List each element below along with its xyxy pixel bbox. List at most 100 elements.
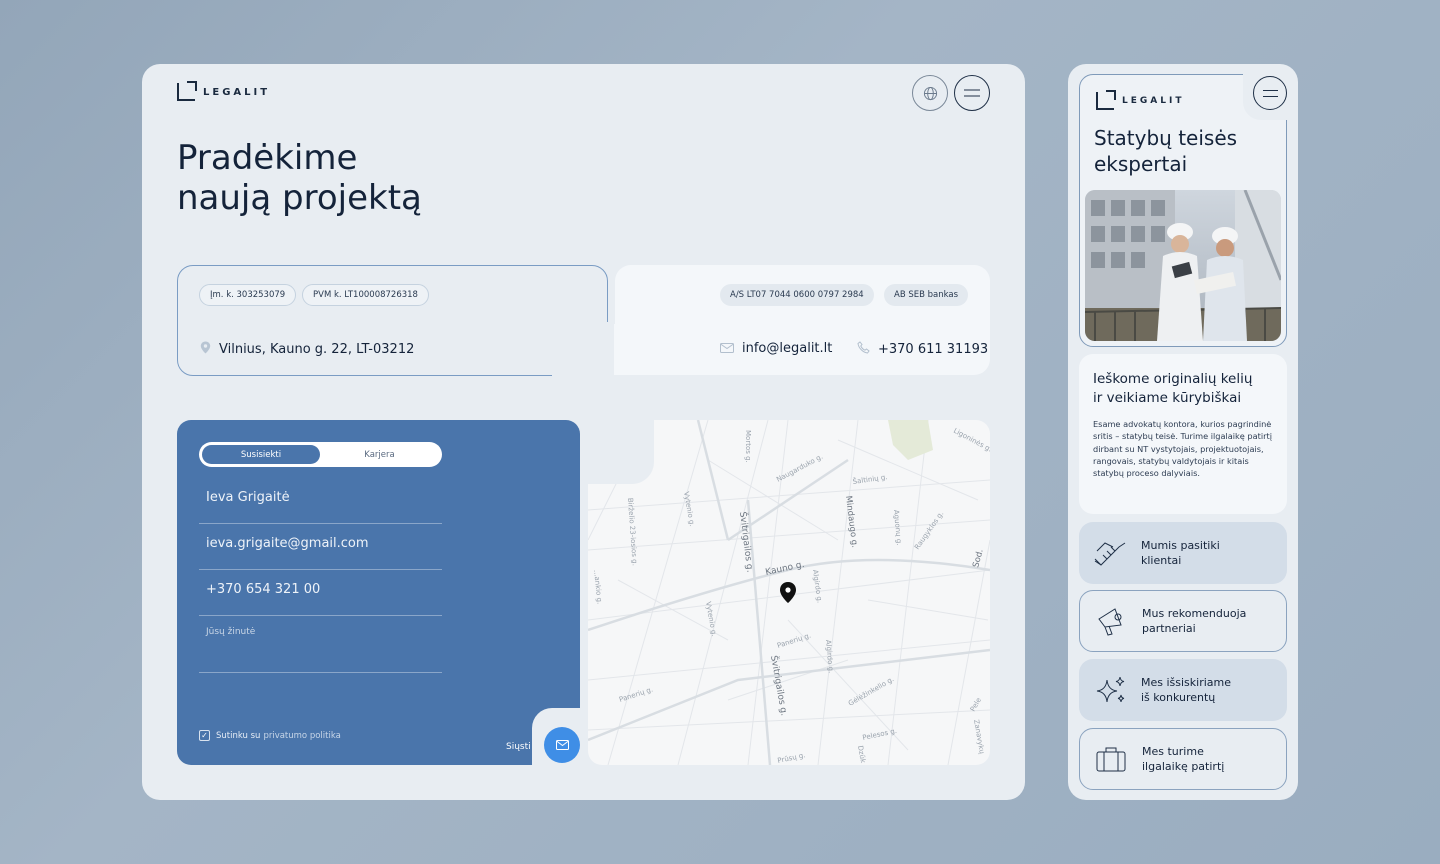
globe-icon	[923, 86, 937, 100]
info-panel-notch-border	[552, 322, 616, 382]
phone-link[interactable]: +370 611 31193	[857, 341, 988, 357]
street-label: Raugyklos g.	[913, 510, 945, 551]
street-label: Ligoninės g.	[952, 427, 990, 454]
vat-code-badge: PVM k. LT100008726318	[302, 284, 429, 306]
mobile-hero-title-line1: Statybų teisės	[1094, 126, 1238, 150]
street-label: Zanavykų	[972, 719, 986, 755]
about-title-line1: Ieškome originalių kelių	[1093, 371, 1253, 387]
location-pin-icon	[200, 341, 211, 357]
bank-account-badge: A/S LT07 7044 0600 0797 2984	[720, 284, 874, 306]
page-title-line1: Pradėkime	[177, 138, 358, 178]
language-button[interactable]	[912, 75, 948, 111]
street-label: Birželio 23-iosios g.	[626, 498, 639, 566]
street-label: Pelesos g.	[862, 727, 898, 742]
street-label: Kauno g.	[765, 560, 806, 578]
mobile-hero-title-line2: ekspertai	[1094, 152, 1188, 176]
map-marker-icon[interactable]	[780, 582, 796, 603]
feature-card-experience[interactable]: Mes turime ilgalaikę patirtį	[1079, 728, 1287, 790]
sparkles-icon	[1093, 673, 1127, 707]
street-label: Aguonų g.	[892, 509, 903, 545]
logo-wordmark: LEGALIT	[203, 86, 271, 98]
feature-line1: Mes turime	[1142, 745, 1204, 758]
bank-name-badge: AB SEB bankas	[884, 284, 969, 306]
hamburger-icon	[1262, 89, 1278, 97]
privacy-consent[interactable]: ✓ Sutinku su privatumo politika	[199, 730, 341, 741]
info-panel-left	[177, 265, 608, 376]
street-label: Šaltinių g.	[852, 472, 888, 486]
feature-text: Mes turime ilgalaikę patirtį	[1142, 744, 1224, 774]
tab-contact[interactable]: Susisiekti	[202, 445, 320, 464]
send-label[interactable]: Siųsti	[506, 742, 531, 752]
logo-wordmark: LEGALIT	[1122, 96, 1185, 106]
company-code-badge: Įm. k. 303253079	[199, 284, 297, 306]
street-label: Mindaugo g.	[843, 495, 859, 548]
desktop-frame: LEGALIT Pradėkime naują projektą Įm. k. …	[142, 64, 1025, 800]
consent-checkbox-icon[interactable]: ✓	[199, 730, 210, 741]
email-text: info@legalit.lt	[742, 341, 833, 356]
name-field[interactable]: Ieva Grigaitė	[199, 490, 442, 524]
street-label: Sod.	[971, 548, 986, 569]
handshake-icon	[1093, 536, 1127, 570]
street-label: Panerių g.	[618, 685, 654, 703]
envelope-icon	[555, 740, 569, 750]
street-label: Mortos g.	[744, 430, 752, 463]
feature-card-clients[interactable]: Mumis pasitiki klientai	[1079, 522, 1287, 584]
form-tab-switch: Susisiekti Karjera	[199, 442, 442, 467]
info-panel-right	[615, 265, 990, 375]
street-label: Panerių g.	[776, 631, 812, 649]
page-title-line2: naują projektą	[177, 178, 422, 218]
phone-field-value: +370 654 321 00	[206, 582, 321, 597]
map-corner-notch	[588, 420, 654, 484]
page-title: Pradėkime naują projektą	[177, 138, 422, 218]
mobile-brand-logo[interactable]: LEGALIT	[1096, 90, 1185, 110]
street-label: Dzūk	[856, 745, 867, 765]
message-placeholder: Jūsų žinutė	[206, 627, 256, 637]
street-label: Švitrigailos g.	[737, 511, 756, 573]
message-field[interactable]: Jūsų žinutė	[199, 627, 442, 673]
name-field-value: Ieva Grigaitė	[206, 490, 290, 505]
phone-text: +370 611 31193	[878, 341, 989, 357]
about-title: Ieškome originalių kelių ir veikiame kūr…	[1093, 370, 1273, 408]
privacy-policy-link[interactable]: privatumo politika	[263, 731, 340, 741]
megaphone-icon	[1094, 604, 1128, 638]
construction-workers-image	[1085, 190, 1281, 341]
briefcase-icon	[1094, 742, 1128, 776]
feature-line1: Mumis pasitiki	[1141, 539, 1220, 552]
email-link[interactable]: info@legalit.lt	[720, 341, 832, 356]
send-button[interactable]	[544, 727, 580, 763]
address-line: Vilnius, Kauno g. 22, LT-03212	[200, 341, 414, 357]
consent-text: Sutinku su	[216, 730, 261, 741]
feature-card-partners[interactable]: Mus rekomenduoja partneriai	[1079, 590, 1287, 652]
address-text: Vilnius, Kauno g. 22, LT-03212	[219, 341, 415, 357]
email-field[interactable]: ieva.grigaite@gmail.com	[199, 536, 442, 570]
feature-line2: klientai	[1141, 554, 1182, 567]
about-text: Esame advokatų kontora, kurios pagrindin…	[1093, 419, 1272, 479]
hamburger-icon	[964, 89, 980, 97]
feature-line2: iš konkurentų	[1141, 691, 1216, 704]
feature-line1: Mes išsiskiriame	[1141, 676, 1232, 689]
street-label: Vytenio g.	[704, 601, 718, 637]
about-title-line2: ir veikiame kūrybiškai	[1093, 390, 1242, 406]
brand-logo[interactable]: LEGALIT	[177, 81, 271, 101]
logo-mark-icon	[177, 81, 197, 101]
phone-field[interactable]: +370 654 321 00	[199, 582, 442, 616]
street-label: ...ankio g.	[592, 569, 604, 604]
street-label: Vytenio g.	[682, 491, 696, 527]
hero-photo	[1085, 190, 1281, 341]
tab-career[interactable]: Karjera	[320, 445, 439, 464]
feature-line2: partneriai	[1142, 622, 1196, 635]
mobile-hero-title: Statybų teisės ekspertai	[1094, 125, 1237, 177]
street-label: Prūsų g.	[777, 751, 806, 765]
mobile-about-card: Ieškome originalių kelių ir veikiame kūr…	[1079, 354, 1287, 514]
contact-form: Susisiekti Karjera Ieva Grigaitė ieva.gr…	[177, 420, 580, 765]
street-label: Algirdo g.	[811, 569, 824, 603]
feature-text: Mus rekomenduoja partneriai	[1142, 606, 1246, 636]
feature-text: Mumis pasitiki klientai	[1141, 538, 1220, 568]
mobile-menu-button[interactable]	[1253, 76, 1287, 110]
menu-button[interactable]	[954, 75, 990, 111]
logo-mark-icon	[1096, 90, 1116, 110]
email-field-value: ieva.grigaite@gmail.com	[206, 536, 369, 551]
feature-card-unique[interactable]: Mes išsiskiriame iš konkurentų	[1079, 659, 1287, 721]
feature-text: Mes išsiskiriame iš konkurentų	[1141, 675, 1231, 705]
phone-icon	[857, 341, 870, 357]
